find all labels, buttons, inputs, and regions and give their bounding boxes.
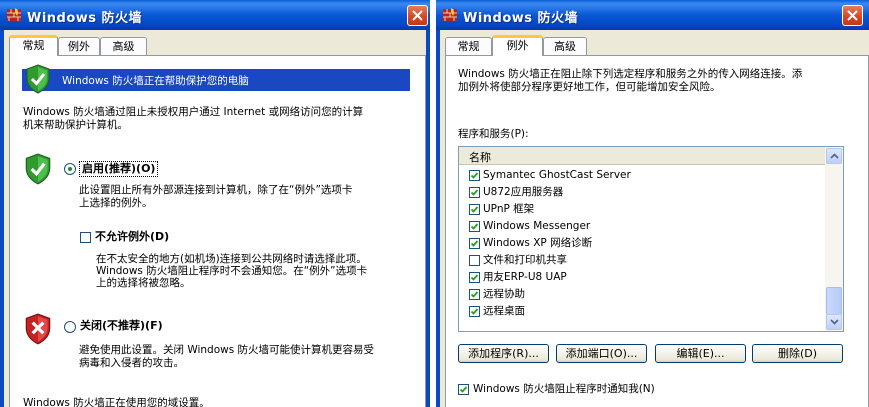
tab-exceptions[interactable]: 例外 <box>492 35 543 56</box>
program-name: U872应用服务器 <box>483 186 564 198</box>
green-shield-check-icon <box>26 64 50 94</box>
firewall-brick-icon <box>443 8 457 21</box>
enable-desc-line-2: 上选择的例外。 <box>79 197 153 209</box>
program-checkbox[interactable] <box>469 221 480 232</box>
scroll-thumb[interactable] <box>826 287 842 315</box>
window-frame-left <box>0 30 4 407</box>
program-name: 远程桌面 <box>483 305 525 317</box>
program-name: Symantec GhostCast Server <box>483 169 631 181</box>
firewall-brick-icon <box>7 8 21 21</box>
window-title: Windows 防火墙 <box>463 11 579 26</box>
tab-exceptions[interactable]: 例外 <box>58 37 100 55</box>
checkmark-icon <box>470 308 479 315</box>
program-name: Windows Messenger <box>483 220 591 232</box>
close-x-icon <box>847 10 858 21</box>
program-checkbox[interactable] <box>469 255 480 266</box>
program-checkbox[interactable] <box>469 272 480 283</box>
window-frame-left <box>436 30 440 407</box>
red-shield-x-icon <box>25 313 51 345</box>
program-checkbox[interactable] <box>469 187 480 198</box>
checkmark-icon <box>470 274 479 281</box>
firewall-window-general: Windows 防火墙 常规 例外 高级 Windows 防火墙正在帮助保护您的… <box>0 0 430 407</box>
program-name: 文件和打印机共享 <box>483 254 567 266</box>
enable-desc-line-1: 此设置阻止所有外部源连接到计算机，除了在“例外”选项卡 <box>79 184 353 196</box>
notify-checkbox[interactable] <box>458 384 469 395</box>
chevron-up-icon <box>830 153 839 159</box>
enable-radio-label[interactable]: 启用(推荐)(O) <box>79 161 159 177</box>
checkmark-icon <box>470 240 479 247</box>
tab-advanced[interactable]: 高级 <box>543 37 587 55</box>
checkmark-icon <box>470 172 479 179</box>
exceptions-intro-2: 加例外将使部分程序更好地工作，但可能增加安全风险。 <box>458 81 721 93</box>
no-exceptions-checkbox[interactable] <box>80 232 91 243</box>
checkmark-icon <box>459 386 468 393</box>
program-name: 用友ERP-U8 UAP <box>483 271 567 283</box>
banner-text: Windows 防火墙正在帮助保护您的电脑 <box>62 75 249 87</box>
intro-line-1: Windows 防火墙通过阻止未授权用户通过 Internet 或网络访问您的计… <box>23 106 364 118</box>
tab-general[interactable]: 常规 <box>445 37 492 55</box>
program-checkbox[interactable] <box>469 170 480 181</box>
column-header-name[interactable]: 名称 <box>459 147 825 165</box>
green-shield-check-icon <box>25 153 51 185</box>
disable-desc-line-1: 避免使用此设置。关闭 Windows 防火墙可能使计算机更容易受 <box>79 344 375 356</box>
status-banner: Windows 防火墙正在帮助保护您的电脑 <box>22 64 410 94</box>
program-name: Windows XP 网络诊断 <box>483 237 593 249</box>
edit-button[interactable]: 编辑(E)... <box>655 344 746 363</box>
enable-radio[interactable] <box>64 163 76 175</box>
checkmark-icon <box>470 206 479 213</box>
vertical-scrollbar[interactable] <box>825 147 843 331</box>
intro-line-2: 机来帮助保护计算机。 <box>23 119 128 131</box>
programs-list-label: 程序和服务(P): <box>458 128 529 140</box>
tab-advanced[interactable]: 高级 <box>100 37 147 55</box>
add-port-button[interactable]: 添加端口(O)... <box>556 344 647 363</box>
checkmark-icon <box>470 291 479 298</box>
scroll-down-button[interactable] <box>826 314 842 330</box>
exceptions-intro-1: Windows 防火墙正在阻止除下列选定程序和服务之外的传入网络连接。添 <box>458 68 803 80</box>
notify-label[interactable]: Windows 防火墙阻止程序时通知我(N) <box>473 382 655 396</box>
add-program-button[interactable]: 添加程序(R)... <box>458 344 549 363</box>
program-checkbox[interactable] <box>469 306 480 317</box>
chevron-down-icon <box>830 319 839 325</box>
program-name: 远程协助 <box>483 288 525 300</box>
disable-radio-label[interactable]: 关闭(不推荐)(F) <box>80 319 163 333</box>
radio-selected-dot <box>68 167 72 171</box>
checkmark-icon <box>470 223 479 230</box>
title-bar[interactable]: Windows 防火墙 <box>436 0 869 30</box>
tab-general[interactable]: 常规 <box>9 35 58 56</box>
domain-settings-text: Windows 防火墙正在使用您的域设置。 <box>23 397 210 407</box>
program-checkbox[interactable] <box>469 204 480 215</box>
delete-button[interactable]: 删除(D) <box>752 344 843 363</box>
checkmark-icon <box>470 189 479 196</box>
close-button[interactable] <box>407 5 428 26</box>
no-exceptions-desc-3: 上的选择将被忽略。 <box>96 277 191 289</box>
program-checkbox[interactable] <box>469 238 480 249</box>
close-button[interactable] <box>842 5 863 26</box>
program-checkbox[interactable] <box>469 289 480 300</box>
disable-desc-line-2: 病毒和入侵者的攻击。 <box>79 357 184 369</box>
title-bar[interactable]: Windows 防火墙 <box>0 0 430 30</box>
close-x-icon <box>412 10 423 21</box>
program-name: UPnP 框架 <box>483 203 535 215</box>
disable-radio[interactable] <box>64 321 76 333</box>
no-exceptions-label[interactable]: 不允许例外(D) <box>95 230 169 244</box>
window-title: Windows 防火墙 <box>27 11 143 26</box>
scroll-up-button[interactable] <box>826 148 842 164</box>
programs-listbox[interactable]: 名称 Symantec GhostCast Server U872应用服务器 U… <box>458 146 844 332</box>
